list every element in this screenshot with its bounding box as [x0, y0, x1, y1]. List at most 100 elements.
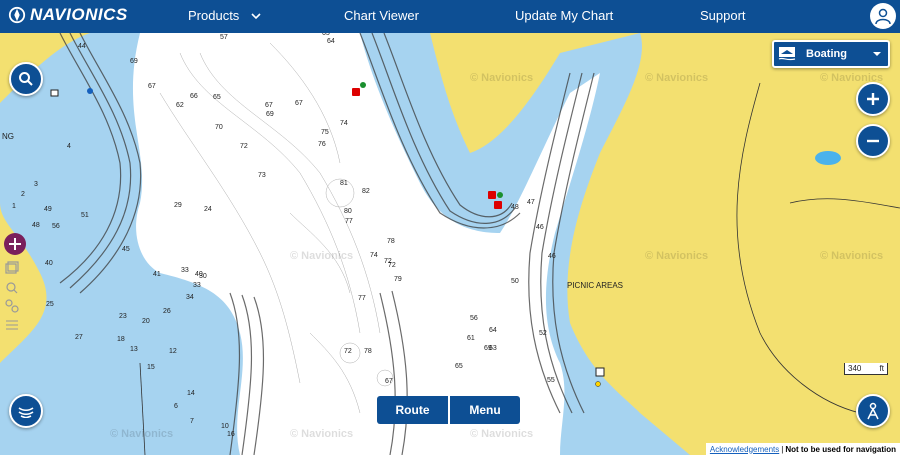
user-account-button[interactable] [870, 3, 896, 29]
zoom-in-button[interactable] [856, 82, 890, 116]
depth-sounding: 63 [489, 345, 497, 352]
nautical-chart-map[interactable]: 44 57 65 64 69 67 66 65 62 70 67 67 69 72 73 74 76 75 81 82… [0, 33, 900, 455]
depth-sounding: 45 [122, 246, 130, 253]
menu-lines-icon[interactable] [4, 316, 20, 332]
layers-icon[interactable] [4, 260, 20, 276]
place-label-partial: NG [2, 132, 14, 141]
watermark-text: © Navionics [290, 428, 353, 440]
nav-item-update-my-chart[interactable]: Update My Chart [515, 8, 613, 23]
chevron-down-icon [251, 13, 261, 20]
depth-sounding: 80 [344, 208, 352, 215]
search-button[interactable] [9, 62, 43, 96]
watermark-text: © Navionics [645, 72, 708, 84]
depth-sounding: 67 [265, 102, 273, 109]
scale-bar: 340 ft [844, 363, 888, 375]
depth-sounding: 66 [190, 93, 198, 100]
depth-sounding: 72 [388, 262, 396, 269]
depth-sounding: 20 [142, 318, 150, 325]
depth-sounding: 82 [362, 188, 370, 195]
sonar-icon [18, 407, 34, 418]
zoom-tool-icon[interactable] [4, 280, 20, 296]
navigation-disclaimer: Not to be used for navigation [785, 444, 896, 454]
depth-sounding: 78 [387, 238, 395, 245]
footer-separator: | [781, 444, 784, 454]
depth-sounding: 65 [322, 33, 330, 37]
depth-sounding: 77 [358, 295, 366, 302]
brand-name: NAVIONICS [30, 5, 128, 24]
boating-icon [778, 47, 796, 61]
scale-value: 340 [848, 364, 862, 373]
depth-sounding: 61 [467, 335, 475, 342]
minus-icon [867, 139, 879, 143]
navionics-logo[interactable]: NAVIONICS [8, 5, 128, 25]
depth-sounding: 29 [174, 202, 182, 209]
depth-sounding: 7 [190, 418, 194, 425]
depth-sounding: 49 [44, 206, 52, 213]
depth-sounding: 78 [364, 348, 372, 355]
depth-sounding: 15 [147, 364, 155, 371]
depth-sounding: 76 [318, 141, 326, 148]
depth-sounding: 64 [327, 38, 335, 45]
top-nav: NAVIONICS Products Chart Viewer Update M… [0, 0, 900, 33]
mode-selector[interactable]: Boating [772, 40, 890, 68]
watermark-text: © Navionics [645, 250, 708, 262]
depth-sounding: 67 [295, 100, 303, 107]
user-icon [875, 8, 891, 25]
depth-sounding: 30 [199, 273, 207, 280]
depth-sounding: 40 [45, 260, 53, 267]
mode-selector-value: Boating [806, 48, 847, 60]
compass-logo-icon [8, 6, 26, 24]
depth-sounding: 55 [547, 377, 555, 384]
depth-sounding: 4 [67, 143, 71, 150]
depth-sounding: 72 [344, 348, 352, 355]
depth-sounding: 79 [394, 276, 402, 283]
depth-sounding: 13 [130, 346, 138, 353]
nav-item-support[interactable]: Support [700, 8, 746, 23]
depth-sounding: 69 [130, 58, 138, 65]
depth-sounding: 16 [227, 431, 235, 438]
route-button[interactable]: Route [377, 396, 448, 424]
depth-sounding: 48 [511, 204, 519, 211]
depth-sounding: 33 [181, 267, 189, 274]
sonar-button[interactable] [9, 394, 43, 428]
depth-sounding: 73 [258, 172, 266, 179]
navigate-button[interactable] [856, 394, 890, 428]
depth-sounding: 47 [527, 199, 535, 206]
depth-sounding: 44 [78, 43, 86, 50]
acknowledgements-link[interactable]: Acknowledgements [710, 445, 779, 454]
caret-down-icon [873, 52, 881, 56]
depth-sounding: 81 [340, 180, 348, 187]
scale-unit: ft [879, 364, 884, 373]
chart-canvas: 44576564696766 65627067 676972737476758182… [0, 33, 900, 455]
route-tool-icon[interactable] [4, 298, 20, 314]
nav-item-chart-viewer[interactable]: Chart Viewer [344, 8, 419, 23]
depth-sounding: 69 [266, 111, 274, 118]
depth-sounding: 33 [193, 282, 201, 289]
depth-sounding: 23 [119, 313, 127, 320]
depth-sounding: 57 [220, 34, 228, 41]
watermark-text: © Navionics [470, 428, 533, 440]
depth-sounding: 10 [221, 423, 229, 430]
depth-sounding: 72 [240, 143, 248, 150]
depth-sounding: 65 [213, 94, 221, 101]
depth-sounding: 64 [489, 327, 497, 334]
depth-sounding: 56 [470, 315, 478, 322]
depth-sounding: 46 [536, 224, 544, 231]
zoom-out-button[interactable] [856, 124, 890, 158]
plus-icon [9, 238, 21, 250]
depth-sounding: 1 [12, 203, 16, 210]
compass-icon [867, 402, 879, 420]
place-label-picnic-areas: PICNIC AREAS [567, 281, 624, 290]
depth-sounding: 50 [511, 278, 519, 285]
depth-sounding: 18 [117, 336, 125, 343]
plus-icon [867, 93, 879, 105]
depth-sounding: 34 [186, 294, 194, 301]
add-marker-button[interactable] [4, 233, 26, 255]
depth-sounding: 14 [187, 390, 195, 397]
depth-sounding: 51 [81, 212, 89, 219]
nav-item-products[interactable]: Products [188, 8, 261, 23]
menu-button[interactable]: Menu [450, 396, 520, 424]
depth-sounding: 67 [385, 378, 393, 385]
watermark-text: © Navionics [290, 250, 353, 262]
depth-sounding: 65 [455, 363, 463, 370]
